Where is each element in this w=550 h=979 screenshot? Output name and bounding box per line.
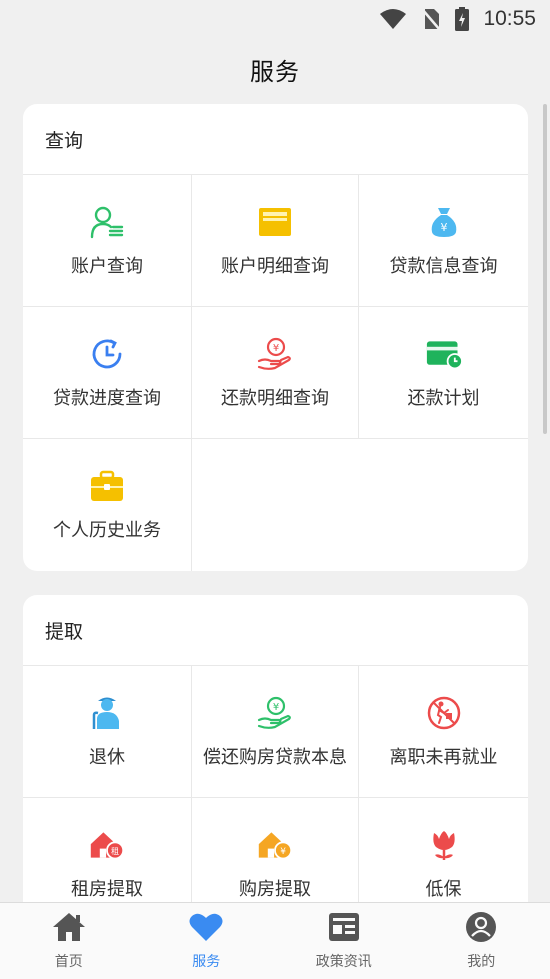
- section-title-withdraw: 提取: [23, 595, 528, 666]
- scroll-area[interactable]: 查询 账户查询 账户明细查询 ¥ 贷款信息查询 贷款进度查询 ¥ 还款明细查询 …: [0, 104, 550, 902]
- service-label: 还款明细查询: [221, 387, 329, 409]
- service-account-detail-query[interactable]: 账户明细查询: [192, 175, 359, 307]
- service-low-income[interactable]: 低保: [359, 798, 528, 902]
- service-repay-detail-query[interactable]: ¥ 还款明细查询: [192, 307, 359, 439]
- service-retirement[interactable]: 退休: [23, 666, 192, 798]
- status-bar: 10:55: [0, 0, 550, 38]
- svg-text:¥: ¥: [440, 221, 447, 234]
- section-title-query: 查询: [23, 104, 528, 175]
- svg-text:¥: ¥: [273, 343, 279, 354]
- nav-label: 我的: [467, 954, 496, 970]
- clock-time: 10:55: [483, 7, 536, 30]
- nav-profile[interactable]: 我的: [413, 903, 550, 979]
- svg-text:租: 租: [111, 846, 119, 856]
- service-label: 低保: [425, 879, 462, 900]
- service-label: 个人历史业务: [53, 520, 161, 541]
- service-repay-mortgage[interactable]: ¥ 偿还购房贷款本息: [192, 666, 359, 798]
- service-label: 离职未再就业: [389, 746, 498, 768]
- no-sim-icon: [421, 7, 442, 31]
- service-label: 贷款信息查询: [389, 255, 498, 277]
- money-bag-icon: ¥: [426, 204, 462, 240]
- service-label: 租房提取: [71, 878, 143, 900]
- briefcase-icon: [89, 468, 125, 504]
- service-label: 还款计划: [407, 387, 480, 409]
- nav-services[interactable]: 服务: [138, 903, 276, 979]
- card-clock-icon: [426, 336, 462, 372]
- page-title: 服务: [250, 57, 300, 86]
- nav-home[interactable]: 首页: [0, 903, 138, 979]
- no-walking-icon: [426, 695, 462, 731]
- nav-label: 政策资讯: [315, 954, 372, 970]
- service-label: 账户查询: [71, 255, 143, 277]
- service-unemployed[interactable]: 离职未再就业: [359, 666, 528, 798]
- service-buy-house-withdraw[interactable]: ¥ 购房提取: [192, 798, 359, 902]
- buy-house-icon: ¥: [257, 827, 293, 863]
- battery-charging-icon: [455, 7, 470, 31]
- profile-icon: [463, 911, 499, 947]
- home-icon: [51, 911, 87, 947]
- hand-coin-icon: ¥: [257, 695, 293, 731]
- account-user-icon: [89, 204, 125, 240]
- service-label: 贷款进度查询: [53, 387, 161, 409]
- scrollbar[interactable]: [543, 104, 547, 434]
- service-loan-info-query[interactable]: ¥ 贷款信息查询: [359, 175, 528, 307]
- progress-clock-icon: [89, 336, 125, 372]
- news-icon: [326, 911, 362, 947]
- service-label: 账户明细查询: [221, 255, 329, 277]
- nav-policy-news[interactable]: 政策资讯: [275, 903, 413, 979]
- svg-text:¥: ¥: [273, 702, 279, 713]
- nav-label: 首页: [54, 954, 83, 970]
- nav-label: 服务: [192, 954, 221, 970]
- service-loan-progress-query[interactable]: 贷款进度查询: [23, 307, 192, 439]
- service-personal-history[interactable]: 个人历史业务: [23, 439, 192, 571]
- wifi-icon: [379, 8, 407, 30]
- service-label: 退休: [89, 746, 125, 768]
- heart-icon: [188, 911, 224, 947]
- svg-text:¥: ¥: [280, 847, 286, 857]
- account-detail-icon: [257, 204, 293, 240]
- service-account-query[interactable]: 账户查询: [23, 175, 192, 307]
- service-repay-plan[interactable]: 还款计划: [359, 307, 528, 439]
- flower-icon: [426, 827, 462, 863]
- withdraw-section-card: 提取 退休 ¥ 偿还购房贷款本息 离职未再就业 租 租房提取 ¥ 购房提取 低保: [23, 595, 528, 902]
- bottom-nav: 首页 服务 政策资讯 我的: [0, 902, 550, 979]
- elderly-icon: [89, 695, 125, 731]
- service-label: 购房提取: [239, 878, 311, 900]
- hand-coin-icon: ¥: [257, 336, 293, 372]
- query-section-card: 查询 账户查询 账户明细查询 ¥ 贷款信息查询 贷款进度查询 ¥ 还款明细查询 …: [23, 104, 528, 571]
- service-rent-withdraw[interactable]: 租 租房提取: [23, 798, 192, 902]
- service-label: 偿还购房贷款本息: [203, 746, 347, 768]
- rent-house-icon: 租: [89, 827, 125, 863]
